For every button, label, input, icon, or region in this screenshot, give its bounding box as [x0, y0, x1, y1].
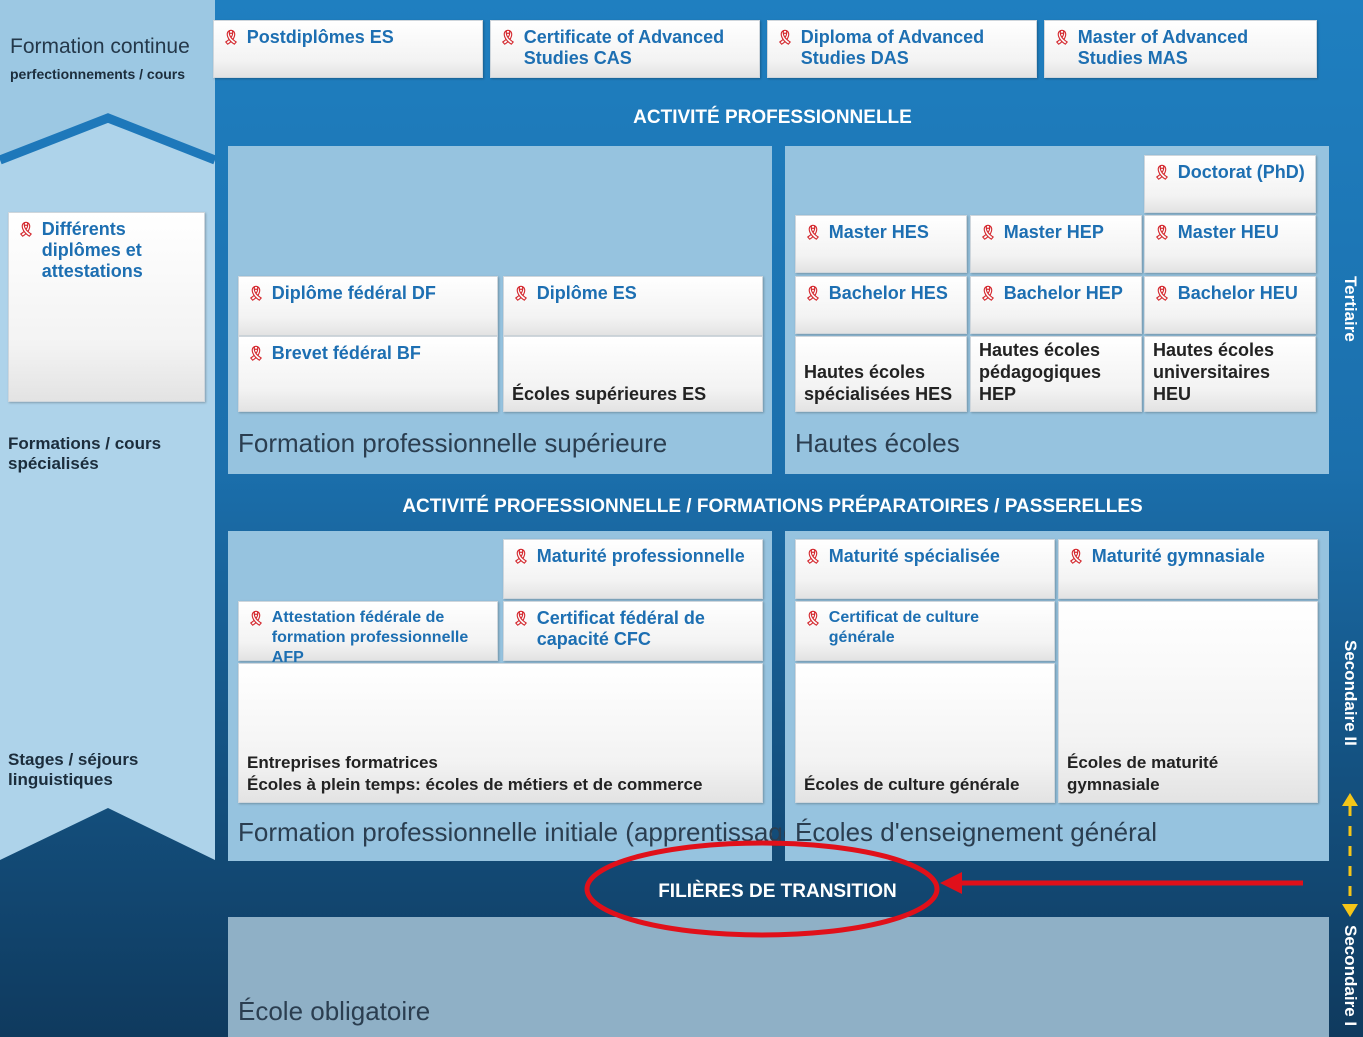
highlight-overlay [584, 840, 1303, 938]
highlight-ellipse [584, 840, 940, 938]
education-system-diagram: Formation continue perfectionnements / c… [0, 0, 1363, 1037]
highlight-arrow-icon [940, 872, 962, 894]
